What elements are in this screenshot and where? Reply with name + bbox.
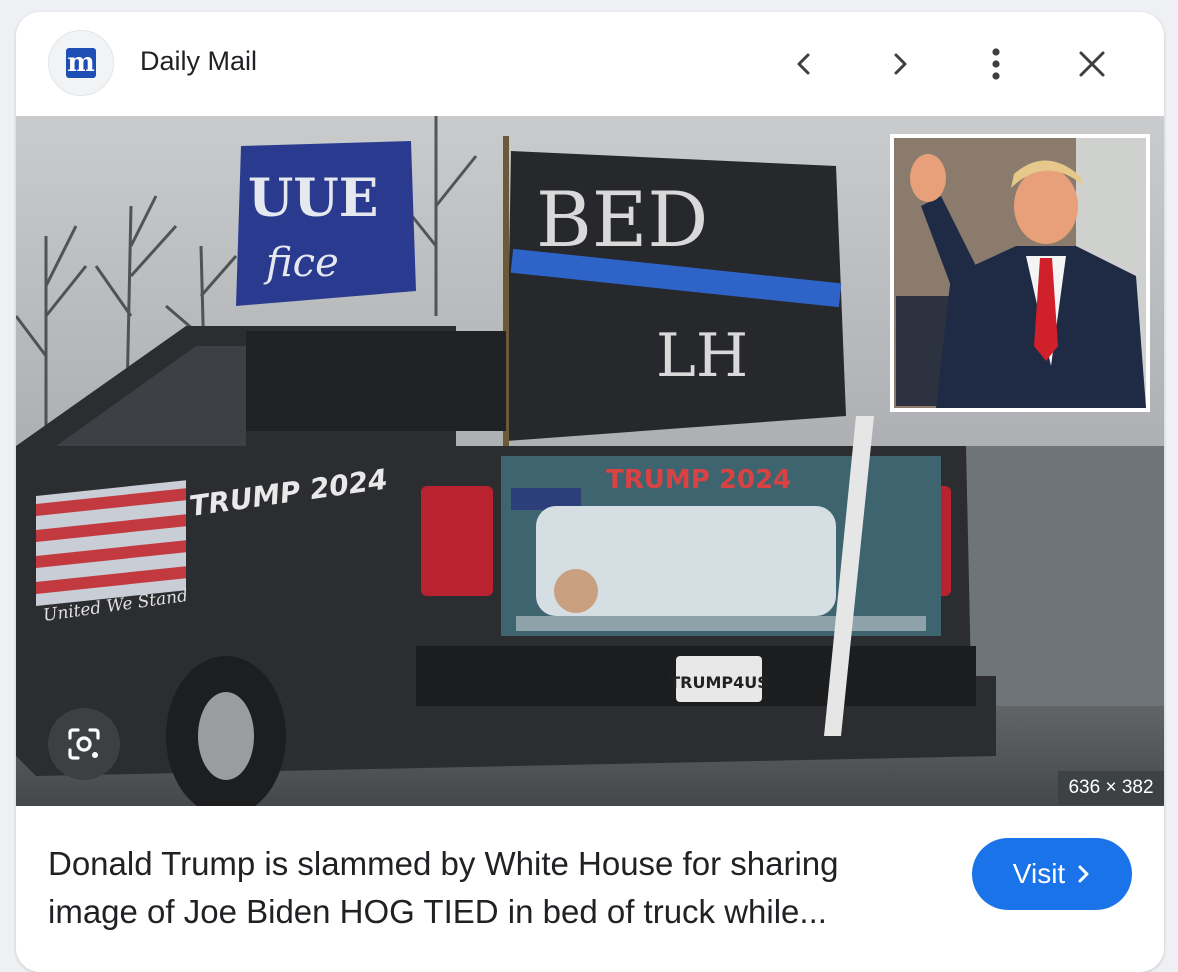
right-flag-subtext: LH xyxy=(656,321,748,391)
google-lens-button[interactable] xyxy=(48,708,120,780)
previous-button[interactable] xyxy=(776,36,832,92)
daily-mail-logo-icon: m xyxy=(66,48,96,78)
visit-button[interactable]: Visit xyxy=(972,838,1132,910)
left-flag-text: UUE xyxy=(248,168,378,229)
tailgate-banner-text: TRUMP 2024 xyxy=(606,465,791,495)
left-flag-subtext: fice xyxy=(263,240,339,286)
card-header: m Daily Mail xyxy=(16,12,1164,116)
more-vert-icon xyxy=(992,48,1000,80)
source-favicon[interactable]: m xyxy=(48,30,114,96)
close-button[interactable] xyxy=(1064,36,1120,92)
next-button[interactable] xyxy=(872,36,928,92)
image-dimensions-badge: 636 × 382 xyxy=(1058,771,1164,805)
license-plate-text: TRUMP4US xyxy=(669,673,769,692)
image-result-card: m Daily Mail UUE fice BED LH TRUMP 2024 … xyxy=(16,12,1164,972)
chevron-left-icon xyxy=(797,53,810,75)
close-icon xyxy=(1079,51,1105,77)
result-title[interactable]: Donald Trump is slammed by White House f… xyxy=(48,840,928,936)
more-options-button[interactable] xyxy=(968,36,1024,92)
result-image[interactable]: UUE fice BED LH TRUMP 2024 United We Sta… xyxy=(16,116,1164,806)
visit-button-label: Visit xyxy=(1012,858,1066,889)
lens-camera-icon xyxy=(68,728,100,760)
chevron-right-icon xyxy=(1078,865,1089,883)
right-flag-text: BED xyxy=(536,175,708,264)
truck-scene-illustration: UUE fice BED LH TRUMP 2024 United We Sta… xyxy=(16,116,1164,806)
inset-photo xyxy=(890,134,1150,412)
source-name[interactable]: Daily Mail xyxy=(140,46,257,77)
chevron-right-icon xyxy=(894,53,907,75)
